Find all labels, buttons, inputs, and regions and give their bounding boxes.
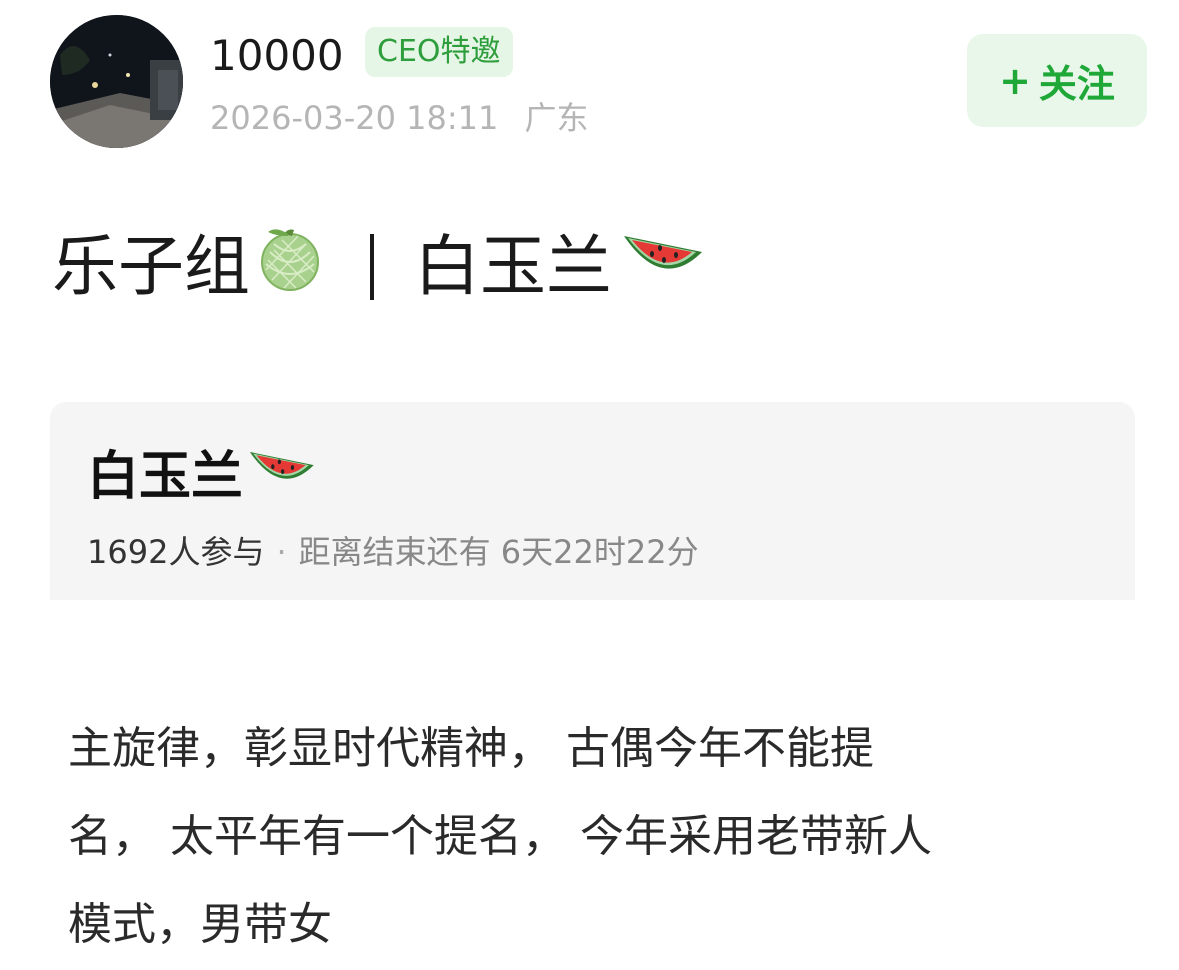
plus-icon: +: [999, 58, 1031, 103]
poll-card[interactable]: 白玉兰 1692人参与 · 距离结束还有 6天22时22分: [50, 402, 1135, 600]
avatar-photo: [50, 15, 183, 148]
poll-participants: 1692人参与: [87, 533, 265, 571]
title-part1: 乐子组: [52, 228, 250, 305]
title-divider: [370, 234, 374, 300]
post-meta: 2026-03-20 18:11 广东: [210, 98, 589, 138]
poll-countdown: 距离结束还有 6天22时22分: [298, 533, 699, 571]
location: 广东: [524, 99, 589, 137]
watermelon-icon: [618, 222, 706, 312]
post-title: 乐子组 白玉兰: [52, 222, 706, 312]
username[interactable]: 10000: [210, 30, 344, 82]
poll-title-text: 白玉兰: [87, 447, 244, 507]
body-line: 名， 太平年有一个提名， 今年采用老带新人: [68, 811, 932, 862]
poll-title: 白玉兰: [87, 440, 317, 514]
poll-meta: 1692人参与 · 距离结束还有 6天22时22分: [87, 532, 699, 572]
timestamp: 2026-03-20 18:11: [210, 99, 499, 137]
title-part2: 白玉兰: [414, 228, 612, 305]
post-page: 10000 CEO特邀 2026-03-20 18:11 广东 + 关注 乐子组…: [0, 0, 1179, 970]
follow-button[interactable]: + 关注: [967, 34, 1147, 127]
body-line: 主旋律，彰显时代精神， 古偶今年不能提: [68, 723, 874, 774]
meta-separator: ·: [276, 533, 287, 571]
watermelon-icon: [245, 440, 317, 514]
post-body: 主旋律，彰显时代精神， 古偶今年不能提 名， 太平年有一个提名， 今年采用老带新…: [68, 705, 1128, 969]
avatar[interactable]: [50, 15, 183, 148]
ceo-badge: CEO特邀: [365, 27, 513, 77]
body-line: 模式，男带女: [68, 899, 332, 950]
follow-label: 关注: [1038, 62, 1115, 106]
melon-icon: [254, 222, 326, 312]
